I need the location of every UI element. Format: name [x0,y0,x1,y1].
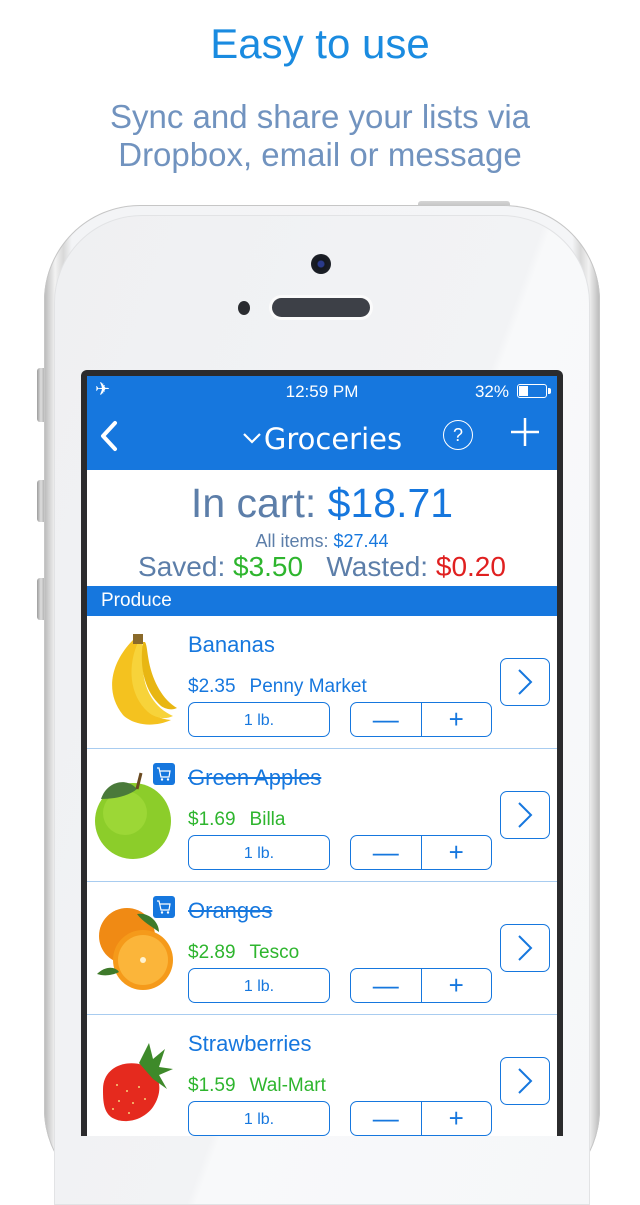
nav-row: Groceries ? [87,408,557,468]
quantity-stepper[interactable]: — + [350,968,492,1003]
subline-line-1: Sync and share your lists via [109,98,531,135]
nav-bar: ✈ 12:59 PM 32% Groceries ? [87,376,557,470]
subline: Sync and share your lists via Dropbox, e… [0,98,640,174]
item-name: Oranges [188,898,273,923]
shopping-cart-icon [157,900,171,914]
in-cart-label: In cart: [190,480,317,526]
decrement-button[interactable]: — [351,703,422,736]
quantity-button[interactable]: 1 lb. [188,968,330,1003]
quantity-stepper[interactable]: — + [350,1101,492,1136]
item-detail-button[interactable] [500,924,550,972]
item-name: Green Apples [188,765,322,790]
status-bar: ✈ 12:59 PM 32% [87,376,557,404]
sensor-icon [238,301,250,315]
saved-wasted-row: Saved: $3.50 Wasted: $0.20 [87,551,557,583]
all-items-label: All items: [255,531,329,551]
list-title-dropdown[interactable]: Groceries [87,422,557,456]
plus-icon [511,418,539,446]
decrement-button[interactable]: — [351,836,422,869]
in-cart-badge [153,763,175,785]
banana-image [112,634,177,725]
cart-summary: In cart: $18.71 All items: $27.44 Saved:… [87,470,557,586]
section-header-produce: Produce [87,586,557,616]
item-name: Strawberries [188,1031,312,1056]
help-button[interactable]: ? [443,420,473,450]
chevron-down-icon [243,433,261,444]
increment-button[interactable]: + [422,703,492,736]
quantity-stepper[interactable]: — + [350,702,492,737]
chevron-right-icon [518,669,533,695]
item-price-value: $2.35 [188,676,236,697]
shopping-cart-icon [157,767,171,781]
camera-icon [311,254,331,274]
item-name: Bananas [188,632,275,657]
saved-label: Saved: [138,551,226,582]
item-price: $2.35 Penny Market [188,676,367,698]
subline-line-2: Dropbox, email or message [118,136,522,173]
item-store: Wal-Mart [249,1075,326,1096]
list-item[interactable]: Oranges $2.89 Tesco 1 lb. — + [87,882,557,1015]
chevron-right-icon [518,935,533,961]
wasted-value: $0.20 [435,551,506,582]
item-detail-button[interactable] [500,1057,550,1105]
strawberry-image [103,1043,173,1122]
increment-button[interactable]: + [422,969,492,1002]
item-price-value: $2.89 [188,942,236,963]
all-items-value: $27.44 [333,531,389,551]
in-cart-value: $18.71 [327,480,454,526]
item-price: $1.59 Wal-Mart [188,1075,326,1097]
item-price-value: $1.69 [188,809,236,830]
battery-fill [519,386,528,396]
saved-value: $3.50 [233,551,304,582]
battery-icon [517,384,551,398]
chevron-right-icon [518,1068,533,1094]
item-price: $1.69 Billa [188,809,285,831]
in-cart-badge [153,896,175,918]
list-item[interactable]: Strawberries $1.59 Wal-Mart 1 lb. — + [87,1015,557,1136]
item-price-value: $1.59 [188,1075,236,1096]
quantity-button[interactable]: 1 lb. [188,835,330,870]
speaker-grille [272,298,370,317]
in-cart-total: In cart: $18.71 [87,480,557,527]
decrement-button[interactable]: — [351,1102,422,1135]
item-store: Billa [249,809,286,830]
increment-button[interactable]: + [422,1102,492,1135]
battery-percent: 32% [474,382,509,401]
add-item-button[interactable] [505,412,545,452]
chevron-right-icon [518,802,533,828]
wasted-label: Wasted: [326,551,429,582]
increment-button[interactable]: + [422,836,492,869]
headline: Easy to use [210,20,430,67]
item-store: Penny Market [249,676,367,697]
quantity-stepper[interactable]: — + [350,835,492,870]
app-screen: ✈ 12:59 PM 32% Groceries ? In cart: $18.… [87,376,557,1136]
decrement-button[interactable]: — [351,969,422,1002]
all-items-total: All items: $27.44 [87,531,557,552]
list-item[interactable]: Green Apples $1.69 Billa 1 lb. — + [87,749,557,882]
list-item[interactable]: Bananas $2.35 Penny Market 1 lb. — + [87,616,557,749]
list-title: Groceries [263,422,403,456]
item-detail-button[interactable] [500,658,550,706]
item-detail-button[interactable] [500,791,550,839]
item-store: Tesco [249,942,300,963]
phone-screen: ✈ 12:59 PM 32% Groceries ? In cart: $18.… [81,370,563,1136]
quantity-button[interactable]: 1 lb. [188,1101,330,1136]
quantity-button[interactable]: 1 lb. [188,702,330,737]
item-price: $2.89 Tesco [188,942,299,964]
item-list: Bananas $2.35 Penny Market 1 lb. — + Gre… [87,616,557,1136]
